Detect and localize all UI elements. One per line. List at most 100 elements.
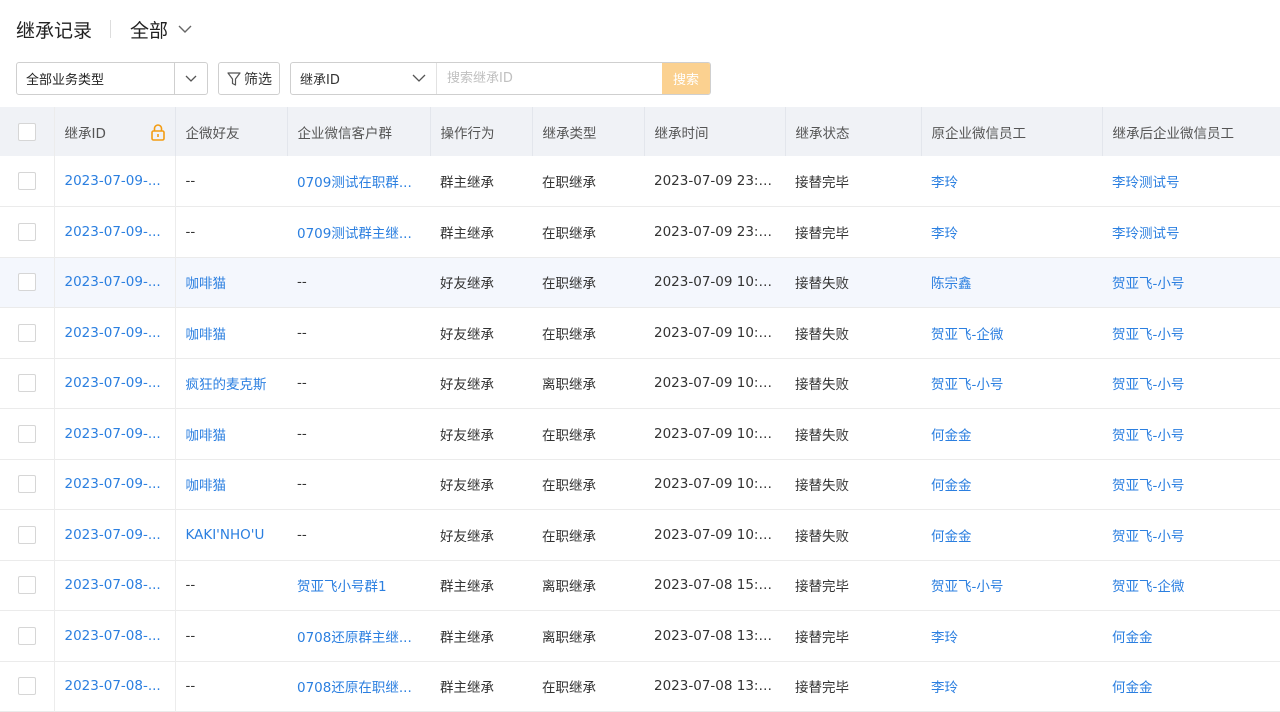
row-checkbox[interactable] xyxy=(17,273,36,292)
cell-action: 群主继承 xyxy=(440,629,494,646)
cell-after-staff[interactable]: 贺亚飞-小号 xyxy=(1102,510,1280,561)
row-select-cell xyxy=(0,459,55,510)
cell-orig-staff[interactable]: 贺亚飞-企微 xyxy=(921,308,1102,359)
table-row: 2023-07-08-... -- 贺亚飞小号群1 群主继承 离职继承 2023-07-0… xyxy=(0,560,1280,611)
col-header-status: 继承状态 xyxy=(785,107,922,156)
cell-id-link[interactable]: 2023-07-08-... xyxy=(54,610,176,661)
cell-after-staff[interactable]: 贺亚飞-小号 xyxy=(1102,459,1280,510)
cell-action: 群主继承 xyxy=(440,680,494,697)
cell-action: 好友继承 xyxy=(440,427,494,444)
row-checkbox[interactable] xyxy=(17,222,36,241)
select-all-checkbox[interactable] xyxy=(17,122,36,141)
cell-id-link[interactable]: 2023-07-09-... xyxy=(54,358,176,409)
cell-after-staff[interactable]: 李玲测试号 xyxy=(1102,156,1280,207)
cell-after-staff[interactable]: 李玲测试号 xyxy=(1102,207,1280,258)
lock-icon[interactable] xyxy=(150,123,165,141)
cell-type: 离职继承 xyxy=(542,377,596,394)
cell-friend[interactable]: 疯狂的麦克斯 xyxy=(175,358,287,409)
cell-friend: -- xyxy=(185,627,196,644)
row-checkbox[interactable] xyxy=(17,374,36,393)
col-header-after-staff: 继承后企业微信员工 xyxy=(1112,125,1235,142)
cell-group[interactable]: 0709测试群主继... xyxy=(287,207,430,258)
cell-id-link[interactable]: 2023-07-08-... xyxy=(54,661,176,712)
cell-type: 在职继承 xyxy=(542,478,596,495)
search-input[interactable] xyxy=(437,63,662,94)
row-checkbox[interactable] xyxy=(17,525,36,544)
cell-type: 离职继承 xyxy=(542,579,596,596)
biz-type-arrow[interactable] xyxy=(174,63,207,94)
row-checkbox[interactable] xyxy=(17,172,36,190)
cell-friend: -- xyxy=(185,577,196,594)
cell-friend[interactable]: 咖啡猫 xyxy=(175,459,287,510)
cell-group[interactable]: 0708还原在职继... xyxy=(287,661,430,712)
cell-orig-staff[interactable]: 何金金 xyxy=(921,510,1102,561)
cell-id-link[interactable]: 2023-07-09-... xyxy=(54,408,176,459)
chevron-down-icon xyxy=(185,75,197,82)
cell-id-link[interactable]: 2023-07-09-... xyxy=(54,257,176,308)
cell-after-staff[interactable]: 贺亚飞-小号 xyxy=(1102,308,1280,359)
cell-orig-staff[interactable]: 陈宗鑫 xyxy=(921,257,1102,308)
cell-orig-staff[interactable]: 贺亚飞-小号 xyxy=(921,560,1102,611)
cell-type: 在职继承 xyxy=(542,225,596,242)
row-checkbox[interactable] xyxy=(17,475,36,494)
cell-id-link[interactable]: 2023-07-08-... xyxy=(54,560,176,611)
biz-type-select[interactable]: 全部业务类型 xyxy=(16,62,208,95)
cell-orig-staff[interactable]: 李玲 xyxy=(921,156,1102,207)
cell-time: 2023-07-09 23:04 xyxy=(654,173,776,189)
table-header-row: 继承ID 企微好友 企业微信客户群 操作行为 继承类型 继承时间 继承状态 原企… xyxy=(0,107,1280,156)
row-select-cell xyxy=(0,661,55,712)
col-header-label: 继承ID xyxy=(64,125,106,142)
cell-group[interactable]: 0708还原群主继... xyxy=(287,611,430,662)
cell-after-staff[interactable]: 贺亚飞-小号 xyxy=(1102,358,1280,409)
records-table: 继承ID 企微好友 企业微信客户群 操作行为 继承类型 继承时间 继承状态 原企… xyxy=(0,107,1280,712)
col-header-id: 继承ID xyxy=(54,107,176,156)
cell-after-staff[interactable]: 贺亚飞-小号 xyxy=(1102,257,1280,308)
cell-status: 接替完毕 xyxy=(795,680,849,697)
cell-friend[interactable]: 咖啡猫 xyxy=(175,409,287,460)
cell-orig-staff[interactable]: 何金金 xyxy=(921,409,1102,460)
filter-button[interactable]: 筛选 xyxy=(218,62,280,95)
cell-after-staff[interactable]: 何金金 xyxy=(1102,611,1280,662)
scope-dropdown[interactable]: 全部 xyxy=(130,16,192,43)
cell-group: -- xyxy=(297,324,307,341)
cell-orig-staff[interactable]: 李玲 xyxy=(921,207,1102,258)
cell-id-link[interactable]: 2023-07-09-... xyxy=(54,509,176,560)
cell-group: -- xyxy=(297,425,307,442)
cell-status: 接替完毕 xyxy=(795,175,849,191)
row-select-cell xyxy=(0,307,55,358)
cell-group[interactable]: 0709测试在职群... xyxy=(287,156,430,207)
cell-type: 在职继承 xyxy=(542,326,596,343)
cell-after-staff[interactable]: 贺亚飞-小号 xyxy=(1102,409,1280,460)
cell-id-link[interactable]: 2023-07-09-... xyxy=(54,307,176,358)
table-body: 2023-07-09-... -- 0709测试在职群... 群主继承 在职继承 2023… xyxy=(0,156,1280,712)
table-row: 2023-07-09-... 疯狂的麦克斯 -- 好友继承 离职继承 2023-07-09… xyxy=(0,358,1280,409)
cell-group[interactable]: 贺亚飞小号群1 xyxy=(287,560,430,611)
cell-time: 2023-07-08 13:38 xyxy=(654,627,776,644)
cell-orig-staff[interactable]: 何金金 xyxy=(921,459,1102,510)
cell-after-staff[interactable]: 贺亚飞-企微 xyxy=(1102,560,1280,611)
cell-id-link[interactable]: 2023-07-09-... xyxy=(54,206,176,257)
row-checkbox[interactable] xyxy=(17,576,36,595)
row-checkbox[interactable] xyxy=(17,677,36,696)
cell-orig-staff[interactable]: 李玲 xyxy=(921,611,1102,662)
search-type-select[interactable]: 继承ID xyxy=(291,63,437,94)
cell-after-staff[interactable]: 何金金 xyxy=(1102,661,1280,712)
scope-label: 全部 xyxy=(130,19,169,42)
cell-friend[interactable]: 咖啡猫 xyxy=(175,257,287,308)
search-group: 继承ID 搜索 xyxy=(290,62,711,95)
row-checkbox[interactable] xyxy=(17,626,36,645)
search-button[interactable]: 搜索 xyxy=(662,63,710,94)
row-checkbox[interactable] xyxy=(17,323,36,342)
cell-id-link[interactable]: 2023-07-09-... xyxy=(54,156,176,207)
cell-orig-staff[interactable]: 李玲 xyxy=(921,661,1102,712)
cell-time: 2023-07-09 10:35 xyxy=(654,324,776,341)
cell-type: 在职继承 xyxy=(542,680,596,697)
row-checkbox[interactable] xyxy=(17,424,36,443)
cell-time: 2023-07-08 13:15 xyxy=(654,678,776,695)
col-header-time: 继承时间 xyxy=(644,107,786,156)
cell-friend[interactable]: KAKI'NHO'U xyxy=(175,510,287,561)
cell-orig-staff[interactable]: 贺亚飞-小号 xyxy=(921,358,1102,409)
cell-id-link[interactable]: 2023-07-09-... xyxy=(54,459,176,510)
cell-status: 接替失败 xyxy=(795,528,849,545)
cell-friend[interactable]: 咖啡猫 xyxy=(175,308,287,359)
